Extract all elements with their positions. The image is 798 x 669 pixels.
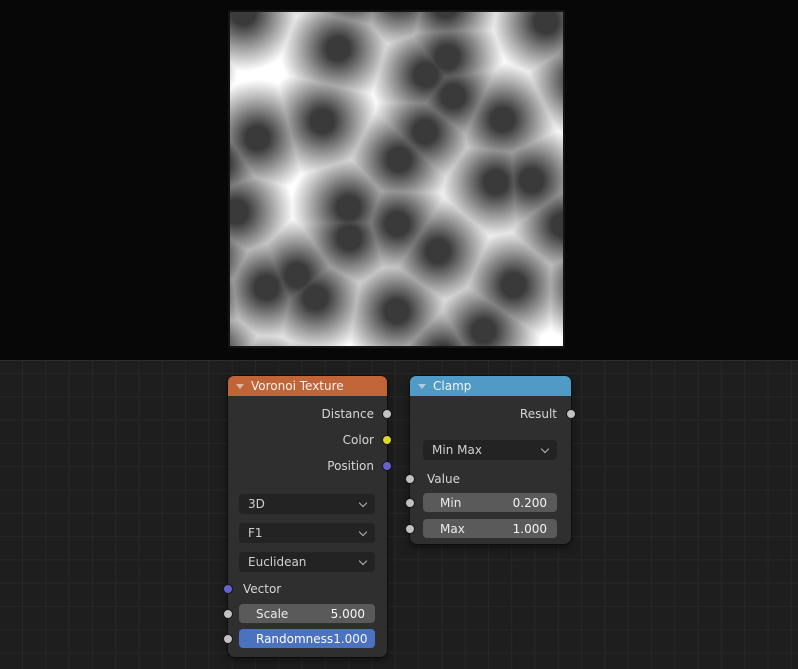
- output-label-distance: Distance: [321, 407, 374, 421]
- socket-input-scale[interactable]: [223, 609, 233, 619]
- max-slider-label: Max: [440, 521, 465, 536]
- randomness-slider-value: 1.000: [333, 631, 368, 646]
- dimensions-dropdown[interactable]: 3D: [239, 494, 375, 514]
- node-title: Voronoi Texture: [251, 379, 344, 393]
- min-slider-value: 0.200: [512, 495, 547, 510]
- socket-input-vector[interactable]: [223, 584, 233, 594]
- dimensions-dropdown-value: 3D: [248, 497, 265, 511]
- blender-window: Voronoi Texture Distance Color Position …: [0, 0, 798, 669]
- chevron-down-icon: [358, 498, 368, 508]
- socket-input-value[interactable]: [405, 474, 415, 484]
- distance-metric-dropdown[interactable]: Euclidean: [239, 552, 375, 572]
- voronoi-preview-canvas: [230, 12, 563, 346]
- node-clamp[interactable]: Clamp Result Min Max Value Min 0.200 Max…: [405, 376, 576, 544]
- socket-input-max[interactable]: [405, 524, 415, 534]
- collapse-triangle-icon[interactable]: [418, 384, 426, 389]
- output-label-position: Position: [327, 459, 374, 473]
- texture-preview-image: [228, 10, 565, 348]
- chevron-down-icon: [540, 444, 550, 454]
- randomness-slider-label: Randomness: [256, 631, 334, 646]
- max-slider[interactable]: Max 1.000: [423, 519, 557, 538]
- node-clamp-header[interactable]: Clamp: [410, 376, 571, 396]
- socket-output-result[interactable]: [566, 409, 576, 419]
- collapse-triangle-icon[interactable]: [236, 384, 244, 389]
- node-editor-canvas[interactable]: Voronoi Texture Distance Color Position …: [0, 360, 798, 669]
- output-label-result: Result: [519, 407, 557, 421]
- clamp-type-dropdown-value: Min Max: [432, 443, 482, 457]
- socket-input-randomness[interactable]: [223, 634, 233, 644]
- node-voronoi-header[interactable]: Voronoi Texture: [228, 376, 387, 396]
- distance-metric-dropdown-value: Euclidean: [248, 555, 307, 569]
- min-slider[interactable]: Min 0.200: [423, 493, 557, 512]
- scale-slider[interactable]: Scale 5.000: [239, 604, 375, 623]
- randomness-slider[interactable]: Randomness 1.000: [239, 629, 375, 648]
- chevron-down-icon: [358, 527, 368, 537]
- scale-slider-value: 5.000: [330, 606, 365, 621]
- input-label-value: Value: [427, 472, 460, 486]
- input-label-vector: Vector: [243, 582, 282, 596]
- output-label-color: Color: [342, 433, 374, 447]
- clamp-type-dropdown[interactable]: Min Max: [423, 440, 557, 460]
- scale-slider-label: Scale: [256, 606, 289, 621]
- max-slider-value: 1.000: [512, 521, 547, 536]
- feature-dropdown[interactable]: F1: [239, 523, 375, 543]
- chevron-down-icon: [358, 556, 368, 566]
- min-slider-label: Min: [440, 495, 462, 510]
- socket-input-min[interactable]: [405, 498, 415, 508]
- node-voronoi-texture[interactable]: Voronoi Texture Distance Color Position …: [223, 376, 392, 657]
- socket-output-color[interactable]: [382, 435, 392, 445]
- texture-preview-backdrop: [0, 0, 798, 360]
- feature-dropdown-value: F1: [248, 526, 263, 540]
- socket-output-position[interactable]: [382, 461, 392, 471]
- socket-output-distance[interactable]: [382, 409, 392, 419]
- node-title: Clamp: [433, 379, 472, 393]
